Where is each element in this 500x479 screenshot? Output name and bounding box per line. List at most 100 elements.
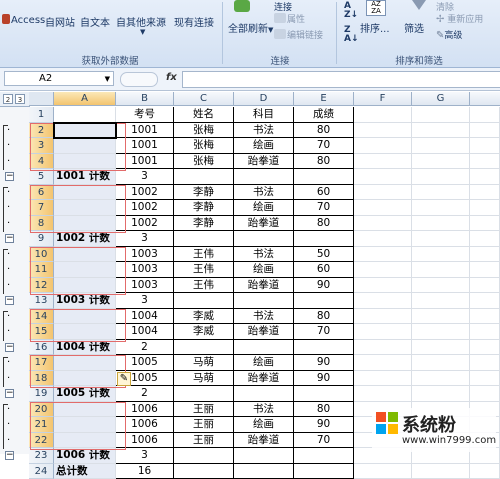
cell-c2[interactable]: 张梅 xyxy=(174,123,234,139)
cell-c14[interactable]: 李威 xyxy=(174,309,234,325)
cell-f1[interactable] xyxy=(354,107,412,123)
row-header[interactable]: 21 xyxy=(29,417,54,433)
cell-d16[interactable] xyxy=(234,340,294,356)
cell-h7[interactable] xyxy=(470,200,500,216)
sort-button[interactable]: 排序... xyxy=(360,20,390,35)
cell-b19[interactable]: 2 xyxy=(116,386,174,402)
row-header[interactable]: 5 xyxy=(29,169,54,185)
row-header[interactable]: 24 xyxy=(29,464,54,479)
access-button[interactable]: Access xyxy=(2,14,45,26)
row-header[interactable]: 3 xyxy=(29,138,54,154)
cell-f9[interactable] xyxy=(354,231,412,247)
cell-e19[interactable] xyxy=(294,386,354,402)
cell-c4[interactable]: 张梅 xyxy=(174,154,234,170)
cell-g9[interactable] xyxy=(412,231,470,247)
cell-b8[interactable]: 1002 xyxy=(116,216,174,232)
cell-g2[interactable] xyxy=(412,123,470,139)
cell-a19[interactable]: 1005 计数 xyxy=(54,386,116,402)
cell-b13[interactable]: 3 xyxy=(116,293,174,309)
cell-e20[interactable]: 80 xyxy=(294,402,354,418)
cell-d24[interactable] xyxy=(234,464,294,479)
row-header[interactable]: 23 xyxy=(29,448,54,464)
cell-f24[interactable] xyxy=(354,464,412,479)
cell-b23[interactable]: 3 xyxy=(116,448,174,464)
row-header[interactable]: 17 xyxy=(29,355,54,371)
cell-h9[interactable] xyxy=(470,231,500,247)
formula-input[interactable] xyxy=(182,71,500,88)
row-header[interactable]: 22 xyxy=(29,433,54,449)
cell-c5[interactable] xyxy=(174,169,234,185)
cell-g13[interactable] xyxy=(412,293,470,309)
chevron-down-icon[interactable]: ▼ xyxy=(105,72,110,86)
cell-c13[interactable] xyxy=(174,293,234,309)
row-header[interactable]: 12 xyxy=(29,278,54,294)
cell-g8[interactable] xyxy=(412,216,470,232)
cell-c19[interactable] xyxy=(174,386,234,402)
cell-f5[interactable] xyxy=(354,169,412,185)
cell-e5[interactable] xyxy=(294,169,354,185)
cell-d6[interactable]: 书法 xyxy=(234,185,294,201)
cell-f12[interactable] xyxy=(354,278,412,294)
column-header-c[interactable]: C xyxy=(174,92,234,106)
cell-b16[interactable]: 2 xyxy=(116,340,174,356)
cell-h6[interactable] xyxy=(470,185,500,201)
paste-options-icon[interactable]: ✎ xyxy=(117,372,131,386)
cell-c16[interactable] xyxy=(174,340,234,356)
cell-h12[interactable] xyxy=(470,278,500,294)
cell-g18[interactable] xyxy=(412,371,470,387)
cell-f18[interactable] xyxy=(354,371,412,387)
cell-c10[interactable]: 王伟 xyxy=(174,247,234,263)
cell-f4[interactable] xyxy=(354,154,412,170)
cell-h19[interactable] xyxy=(470,386,500,402)
cell-h17[interactable] xyxy=(470,355,500,371)
cell-b17[interactable]: 1005 xyxy=(116,355,174,371)
edit-links-button[interactable]: 编辑链接 xyxy=(274,28,323,41)
outline-level-3-button[interactable]: 3 xyxy=(15,94,25,104)
cell-b22[interactable]: 1006 xyxy=(116,433,174,449)
cell-d18[interactable]: 跆拳道 xyxy=(234,371,294,387)
cell-e14[interactable]: 80 xyxy=(294,309,354,325)
cell-f2[interactable] xyxy=(354,123,412,139)
cell-e3[interactable]: 70 xyxy=(294,138,354,154)
cell-a6[interactable] xyxy=(54,185,116,201)
cell-b1[interactable]: 考号 xyxy=(116,107,174,123)
cell-g7[interactable] xyxy=(412,200,470,216)
cell-f15[interactable] xyxy=(354,324,412,340)
cell-b5[interactable]: 3 xyxy=(116,169,174,185)
refresh-all-button[interactable]: 全部刷新▼ xyxy=(228,20,273,35)
cell-c20[interactable]: 王丽 xyxy=(174,402,234,418)
cell-c3[interactable]: 张梅 xyxy=(174,138,234,154)
cell-a9[interactable]: 1002 计数 xyxy=(54,231,116,247)
cell-e22[interactable]: 70 xyxy=(294,433,354,449)
formula-bar-splitter[interactable] xyxy=(120,72,158,87)
cell-c12[interactable]: 王伟 xyxy=(174,278,234,294)
properties-button[interactable]: 属性 xyxy=(274,12,305,25)
column-header-e[interactable]: E xyxy=(294,92,354,106)
cell-e13[interactable] xyxy=(294,293,354,309)
cell-d10[interactable]: 书法 xyxy=(234,247,294,263)
row-header[interactable]: 13 xyxy=(29,293,54,309)
collapse-group-button[interactable]: − xyxy=(5,296,14,305)
collapse-group-button[interactable]: − xyxy=(5,389,14,398)
cell-c6[interactable]: 李静 xyxy=(174,185,234,201)
cell-a14[interactable] xyxy=(54,309,116,325)
cell-c11[interactable]: 王伟 xyxy=(174,262,234,278)
cell-c9[interactable] xyxy=(174,231,234,247)
column-header-d[interactable]: D xyxy=(234,92,294,106)
name-box[interactable]: A2▼ xyxy=(4,71,114,86)
cell-a13[interactable]: 1003 计数 xyxy=(54,293,116,309)
cell-a22[interactable] xyxy=(54,433,116,449)
cell-b15[interactable]: 1004 xyxy=(116,324,174,340)
cell-a12[interactable] xyxy=(54,278,116,294)
cell-h24[interactable] xyxy=(470,464,500,479)
cell-d5[interactable] xyxy=(234,169,294,185)
cell-f6[interactable] xyxy=(354,185,412,201)
select-all-button[interactable] xyxy=(29,92,54,106)
cell-d9[interactable] xyxy=(234,231,294,247)
cell-a18[interactable] xyxy=(54,371,116,387)
cell-a21[interactable] xyxy=(54,417,116,433)
cell-e24[interactable] xyxy=(294,464,354,479)
cell-g10[interactable] xyxy=(412,247,470,263)
collapse-group-button[interactable]: − xyxy=(5,172,14,181)
cell-g12[interactable] xyxy=(412,278,470,294)
